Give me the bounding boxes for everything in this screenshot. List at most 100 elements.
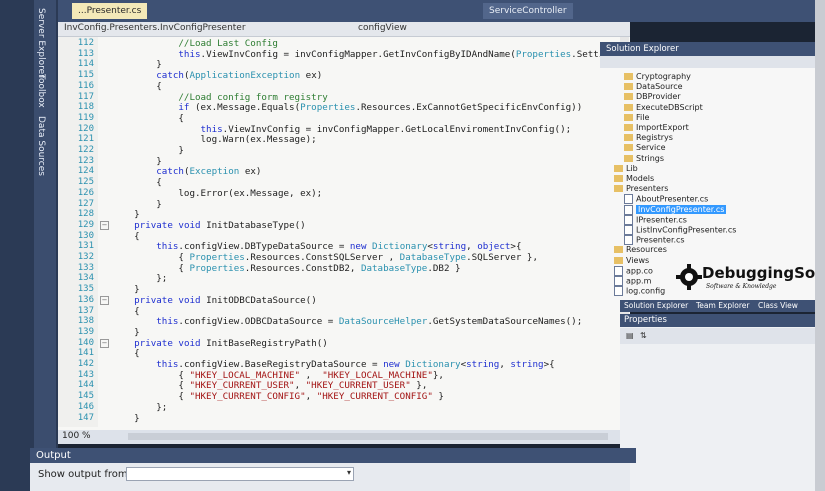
code-line[interactable]: }	[112, 284, 140, 295]
code-area[interactable]: 112 //Load Last Config 113 this.ViewInvCo…	[58, 36, 688, 428]
code-line[interactable]: catch(ApplicationException ex)	[112, 70, 322, 81]
code-line[interactable]: private void InitDatabaseType()	[112, 220, 306, 231]
tree-item[interactable]: IPresenter.cs	[624, 214, 687, 225]
tree-item[interactable]: app.m	[614, 276, 651, 286]
code-line[interactable]: this.configView.DBTypeDataSource = new D…	[112, 241, 521, 252]
folder-icon	[624, 124, 633, 131]
line-number: 132	[77, 252, 94, 262]
tree-item-label: log.config	[626, 286, 666, 296]
code-line[interactable]: { "HKEY_CURRENT_USER", "HKEY_CURRENT_USE…	[112, 380, 427, 391]
tree-item[interactable]: DataSource	[624, 82, 683, 91]
tree-item[interactable]: Views	[614, 256, 649, 265]
tree-item[interactable]: DBProvider	[624, 92, 681, 101]
tree-item[interactable]: log.config	[614, 286, 666, 297]
logo-tagline: Software & Knowledge	[706, 283, 777, 290]
tab-class-view[interactable]: Class View	[758, 301, 798, 310]
code-line[interactable]: {	[112, 348, 140, 359]
collapse-icon[interactable]: −	[100, 220, 109, 230]
tree-item[interactable]: Strings	[624, 154, 664, 163]
tree-item[interactable]: AboutPresenter.cs	[624, 194, 708, 205]
sort-icon[interactable]: ▤	[626, 331, 634, 340]
tab-team-explorer[interactable]: Team Explorer	[696, 301, 749, 310]
tree-item[interactable]: app.co	[614, 265, 653, 276]
member-dropdown[interactable]: configView	[358, 23, 407, 33]
folder-icon	[614, 256, 623, 264]
tree-item-label: ListInvConfigPresenter.cs	[636, 225, 737, 235]
code-line[interactable]: //Load Last Config	[112, 38, 278, 49]
zoom-level[interactable]: 100 %	[62, 431, 91, 441]
side-tab-server-explorer[interactable]: Server Explorer	[36, 8, 46, 78]
code-line[interactable]: }	[112, 59, 162, 70]
code-line[interactable]: { Properties.Resources.ConstDB2, Databas…	[112, 263, 460, 274]
code-line[interactable]: { "HKEY_LOCAL_MACHINE" , "HKEY_LOCAL_MAC…	[112, 370, 444, 381]
code-line[interactable]: if (ex.Message.Equals(Properties.Resourc…	[112, 102, 582, 113]
collapse-icon[interactable]: −	[100, 338, 109, 348]
folder-icon	[624, 103, 633, 111]
tree-item[interactable]: Resources	[614, 245, 667, 254]
line-number: 143	[77, 369, 94, 380]
horizontal-scrollbar[interactable]	[128, 433, 608, 440]
output-title: Output	[30, 448, 636, 463]
tab-service-controller[interactable]: ServiceController	[483, 3, 573, 19]
code-line[interactable]: //Load config form registry	[112, 92, 327, 103]
folder-icon	[614, 246, 623, 254]
code-line[interactable]: log.Warn(ex.Message);	[112, 134, 317, 145]
folder-icon	[624, 113, 633, 121]
code-line[interactable]: }	[112, 413, 140, 424]
tree-item-label: app.m	[626, 276, 652, 286]
code-line[interactable]: this.configView.BaseRegistryDataSource =…	[112, 359, 554, 370]
tree-item-label: ExecuteDBScript	[636, 102, 703, 112]
tree-item[interactable]: Models	[614, 174, 654, 183]
code-line[interactable]: {	[112, 81, 162, 92]
line-number: 112	[77, 38, 94, 48]
side-tab-data-sources[interactable]: Data Sources	[36, 116, 46, 176]
tree-item-label: Lib	[626, 163, 638, 173]
code-line[interactable]: {	[112, 231, 140, 242]
line-number: 137	[77, 305, 94, 316]
tree-item[interactable]: ListInvConfigPresenter.cs	[624, 225, 736, 235]
tree-item[interactable]: Presenter.cs	[624, 235, 685, 246]
line-number: 146	[77, 401, 94, 412]
code-line[interactable]: {	[112, 113, 184, 124]
code-line[interactable]: };	[112, 402, 167, 413]
code-line[interactable]: }	[112, 327, 140, 338]
tab-presenter-cs[interactable]: ...Presenter.cs	[72, 3, 148, 19]
line-number: 118	[77, 102, 94, 113]
type-dropdown[interactable]: InvConfig.Presenters.InvConfigPresenter	[64, 23, 246, 33]
code-line[interactable]: catch(Exception ex)	[112, 166, 261, 177]
code-line[interactable]: }	[112, 199, 162, 210]
code-line[interactable]: }	[112, 145, 184, 156]
code-line[interactable]: log.Error(ex.Message, ex);	[112, 188, 322, 199]
tab-solution-explorer[interactable]: Solution Explorer	[624, 301, 688, 310]
tree-item[interactable]: File	[624, 113, 649, 122]
output-source-select[interactable]: ▾	[126, 467, 354, 481]
code-editor[interactable]: InvConfig.Presenters.InvConfigPresenter …	[58, 22, 688, 444]
code-line[interactable]: }	[112, 209, 140, 220]
tree-item[interactable]: Registrys	[624, 133, 673, 142]
code-line[interactable]: { Properties.Resources.ConstSQLServer , …	[112, 252, 538, 263]
alphabetical-icon[interactable]: ⇅	[640, 331, 647, 340]
tree-item[interactable]: Cryptography	[624, 72, 691, 81]
code-line[interactable]: this.configView.ODBCDataSource = DataSou…	[112, 316, 582, 327]
line-number: 125	[77, 177, 94, 188]
tree-item[interactable]: ImportExport	[624, 123, 689, 132]
tree-item[interactable]: ExecuteDBScript	[624, 103, 703, 112]
code-line[interactable]: private void InitODBCDataSource()	[112, 295, 317, 306]
tree-item[interactable]: Lib	[614, 164, 638, 173]
code-line[interactable]: {	[112, 306, 140, 317]
line-number: 138	[77, 316, 94, 327]
tree-item[interactable]: Presenters	[614, 184, 668, 193]
tree-item[interactable]: InvConfigPresenter.cs	[624, 204, 727, 215]
code-line[interactable]: { "HKEY_CURRENT_CONFIG", "HKEY_CURRENT_C…	[112, 391, 444, 402]
code-line[interactable]: }	[112, 156, 162, 167]
file-icon	[614, 265, 623, 276]
code-line[interactable]: {	[112, 177, 162, 188]
code-line[interactable]: private void InitBaseRegistryPath()	[112, 338, 328, 349]
line-number: 131	[77, 241, 94, 252]
code-line[interactable]: };	[112, 273, 167, 284]
collapse-icon[interactable]: −	[100, 295, 109, 305]
tree-item[interactable]: Service	[624, 143, 666, 152]
side-tab-toolbox[interactable]: Toolbox	[36, 74, 46, 108]
code-line[interactable]: this.ViewInvConfig = invConfigMapper.Get…	[112, 124, 572, 135]
ide-screen: Server Explorer Toolbox Data Sources ...…	[0, 0, 825, 491]
